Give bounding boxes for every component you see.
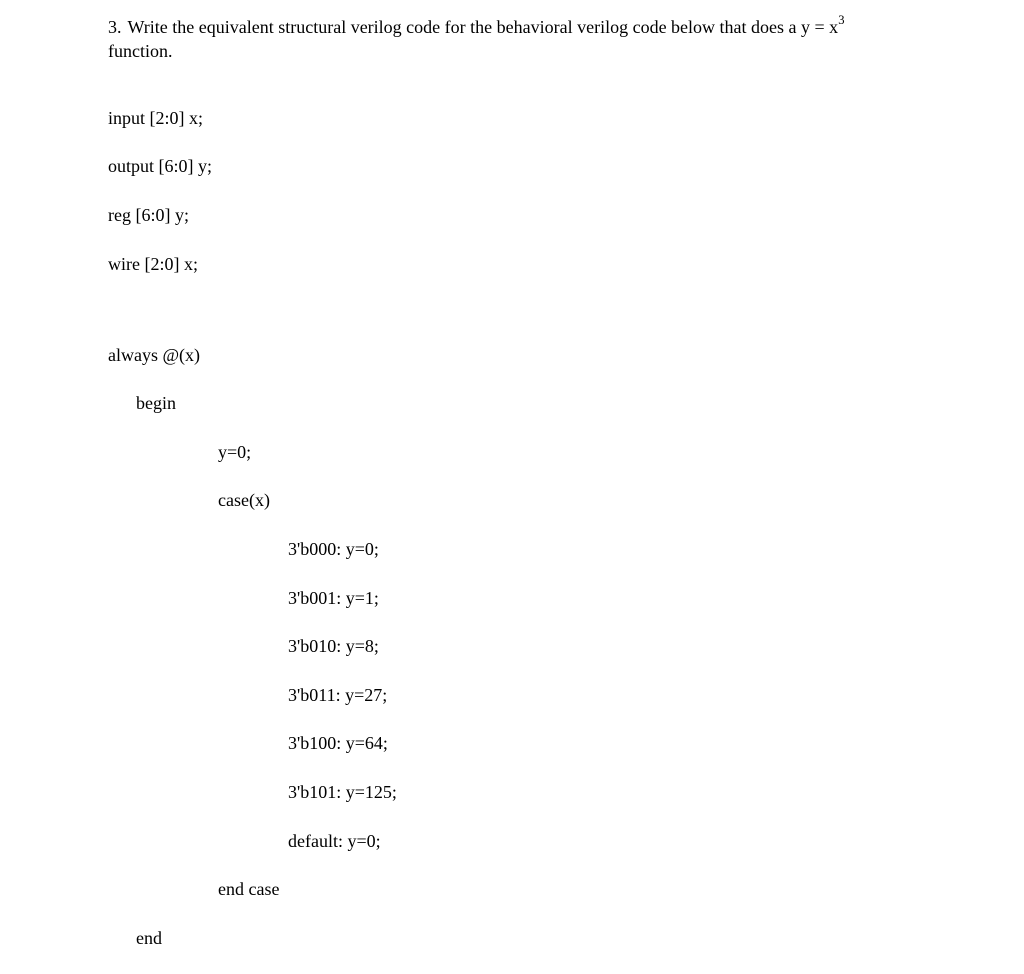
case-001: 3'b001: y=1; [108, 586, 1024, 610]
decl-input: input [2:0] x; [108, 106, 1024, 130]
decl-reg: reg [6:0] y; [108, 203, 1024, 227]
case-head: case(x) [108, 488, 1024, 512]
always-block: always @(x) begin y=0; case(x) 3'b000: y… [108, 318, 1024, 974]
question-text-prefix: Write the equivalent structural verilog … [128, 17, 839, 37]
case-101: 3'b101: y=125; [108, 780, 1024, 804]
question-prompt: 3. Write the equivalent structural verilo… [108, 14, 1024, 64]
declarations-block: input [2:0] x; output [6:0] y; reg [6:0]… [108, 82, 1024, 301]
end-keyword: end [108, 926, 1024, 950]
case-100: 3'b100: y=64; [108, 731, 1024, 755]
endcase-keyword: end case [108, 877, 1024, 901]
case-000: 3'b000: y=0; [108, 537, 1024, 561]
decl-wire: wire [2:0] x; [108, 252, 1024, 276]
question-line-2: function. [108, 39, 1024, 63]
decl-output: output [6:0] y; [108, 154, 1024, 178]
stmt-y-zero: y=0; [108, 440, 1024, 464]
question-number: 3. [108, 15, 122, 39]
question-exponent: 3 [838, 13, 844, 27]
case-default: default: y=0; [108, 829, 1024, 853]
case-011: 3'b011: y=27; [108, 683, 1024, 707]
question-line-1: 3. Write the equivalent structural verilo… [108, 14, 1024, 39]
begin-keyword: begin [108, 391, 1024, 415]
case-010: 3'b010: y=8; [108, 634, 1024, 658]
always-head: always @(x) [108, 343, 1024, 367]
